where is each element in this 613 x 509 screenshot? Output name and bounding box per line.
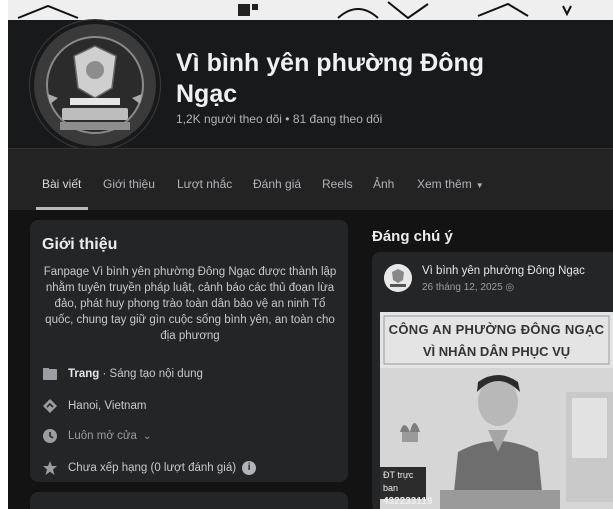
page-header: Vì bình yên phường Đông Ngạc 1,2K người … [8, 20, 613, 150]
chevron-down-icon: ⌄ [142, 430, 152, 442]
hotline-number: 432233119 [383, 496, 433, 507]
info-row-category: Trang · Sáng tạo nội dung [42, 366, 203, 382]
info-row-location: Hanoi, Vietnam [42, 398, 146, 414]
post-author-avatar[interactable] [384, 264, 412, 292]
rating-text: Chưa xếp hạng (0 lượt đánh giá) [68, 462, 237, 474]
hotline-box: ĐT trực ban 432233119 [380, 467, 433, 507]
location-text[interactable]: Hanoi, Vietnam [68, 400, 146, 412]
clock-icon [42, 428, 58, 444]
page-tabs: Bài viết Giới thiệu Lượt nhắc Đánh giá R… [8, 148, 613, 210]
tab-more-label: Xem thêm [417, 177, 472, 191]
info-row-rating: Chưa xếp hạng (0 lượt đánh giá) i [42, 460, 257, 476]
next-card [30, 492, 348, 509]
intro-card: Giới thiệu Fanpage Vì bình yên phường Đô… [30, 220, 348, 482]
location-icon [42, 398, 58, 414]
page-title: Vì bình yên phường Đông Ngạc [176, 49, 485, 108]
intro-heading: Giới thiệu [42, 236, 118, 253]
followers-count[interactable]: 1,2K người theo dõi • 81 đang theo dõi [176, 112, 382, 126]
caret-down-icon: ▼ [475, 181, 484, 190]
image-banner-line1: CÔNG AN PHƯỜNG ĐÔNG NGẠC [388, 322, 605, 337]
flag-icon [42, 366, 58, 382]
tab-posts[interactable]: Bài viết [42, 177, 81, 191]
info-icon[interactable]: i [242, 461, 257, 475]
tab-about[interactable]: Giới thiệu [103, 177, 155, 191]
star-icon [42, 460, 58, 476]
featured-post[interactable]: Vì bình yên phường Đông Ngạc 26 tháng 12… [372, 252, 613, 509]
page-body: Giới thiệu Fanpage Vì bình yên phường Đô… [8, 210, 613, 509]
tab-reviews[interactable]: Đánh giá [253, 177, 301, 191]
intro-description: Fanpage Vì bình yên phường Đông Ngạc đượ… [43, 266, 337, 342]
post-image[interactable]: CÔNG AN PHƯỜNG ĐÔNG NGẠC VÌ NHÂN DÂN PHỤ… [380, 312, 613, 509]
category-text: Trang · Sáng tạo nội dung [68, 368, 203, 380]
facebook-page-frame: Vì bình yên phường Đông Ngạc 1,2K người … [8, 0, 613, 509]
hours-text: Luôn mở cửa [68, 430, 137, 442]
info-row-hours[interactable]: Luôn mở cửa ⌄ [42, 428, 151, 444]
post-author-name[interactable]: Vì bình yên phường Đông Ngạc [422, 265, 585, 277]
post-date[interactable]: 26 tháng 12, 2025 ◎ [422, 282, 514, 293]
tab-more[interactable]: Xem thêm ▼ [417, 177, 484, 191]
featured-heading: Đáng chú ý [372, 228, 453, 245]
globe-icon: ◎ [505, 282, 515, 293]
tab-mentions[interactable]: Lượt nhắc [177, 177, 232, 191]
hotline-label: ĐT trực ban [383, 470, 414, 493]
tab-reels[interactable]: Reels [322, 177, 353, 191]
page-avatar[interactable] [30, 20, 160, 150]
cover-photo[interactable] [8, 0, 613, 20]
tab-photos[interactable]: Ảnh [373, 177, 394, 191]
image-banner-line2: VÌ NHÂN DÂN PHỤC VỤ [422, 344, 571, 359]
